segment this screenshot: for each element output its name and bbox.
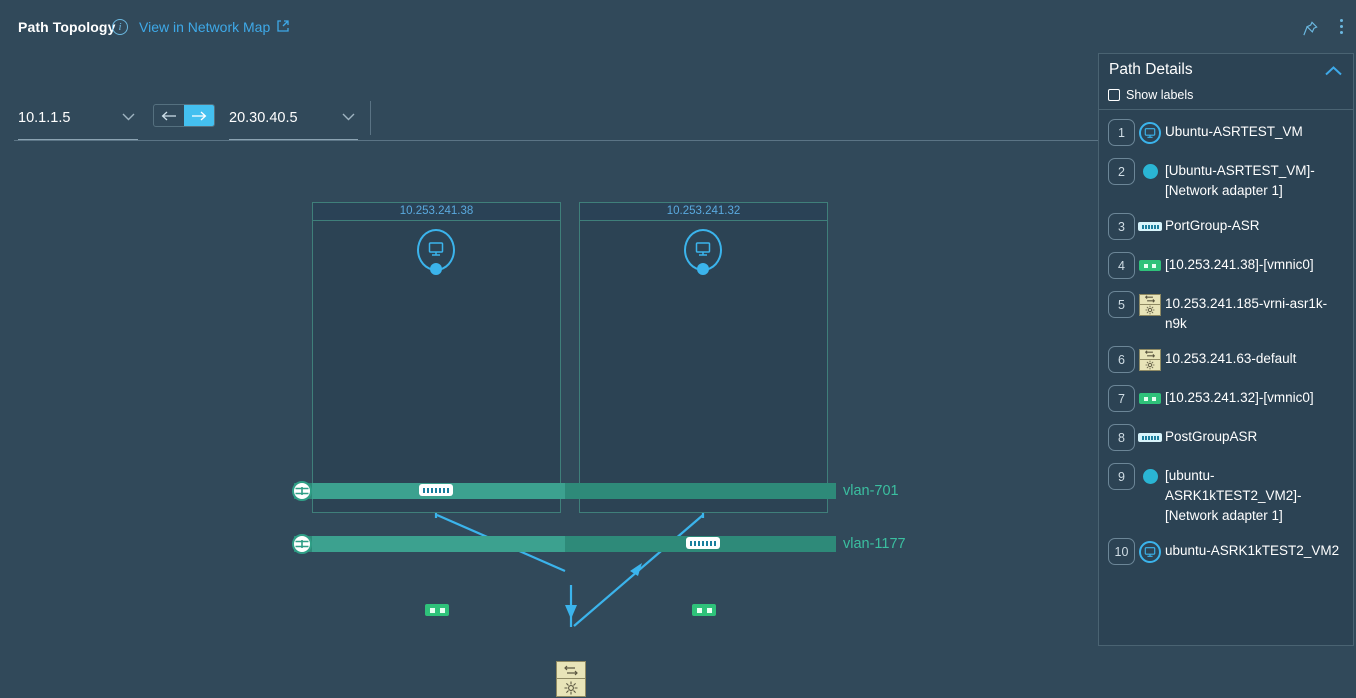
item-label: PostGroupASR — [1165, 429, 1258, 444]
network-adapter-icon — [1135, 158, 1165, 185]
host-label: 10.253.241.38 — [313, 203, 560, 221]
item-label: 10.253.241.63-default — [1165, 351, 1297, 366]
show-labels-checkbox[interactable]: Show labels — [1108, 88, 1193, 102]
virtual-machine-icon[interactable] — [417, 229, 455, 275]
network-adapter-icon — [1135, 463, 1165, 490]
item-index: 8 — [1108, 424, 1135, 451]
item-label: 10.253.241.185-vrni-asr1k-n9k — [1165, 296, 1328, 331]
list-item[interactable]: 9 [ubuntu-ASRK1kTEST2_VM2]-[Network adap… — [1099, 463, 1353, 526]
vlan-band[interactable] — [294, 536, 836, 552]
port-group-icon[interactable] — [686, 537, 720, 549]
list-item[interactable]: 4 [10.253.241.38]-[vmnic0] — [1099, 252, 1353, 279]
port-group-icon[interactable] — [419, 484, 453, 496]
list-item[interactable]: 7 [10.253.241.32]-[vmnic0] — [1099, 385, 1353, 412]
item-label: [10.253.241.32]-[vmnic0] — [1165, 390, 1314, 405]
info-icon[interactable]: i — [112, 19, 128, 35]
vlan-band[interactable] — [294, 483, 836, 499]
switch-icon — [556, 661, 586, 679]
panel-title: Path Details — [1109, 61, 1193, 78]
checkbox-box[interactable] — [1108, 89, 1120, 101]
page-title: Path Topology — [18, 19, 116, 35]
virtual-machine-icon — [1135, 119, 1165, 146]
item-index: 2 — [1108, 158, 1135, 185]
view-in-network-map-link[interactable]: View in Network Map — [139, 19, 270, 35]
host-label: 10.253.241.32 — [580, 203, 827, 221]
item-index: 7 — [1108, 385, 1135, 412]
item-index: 5 — [1108, 291, 1135, 318]
port-group-icon — [1135, 424, 1165, 451]
item-label: [10.253.241.38]-[vmnic0] — [1165, 257, 1314, 272]
vlan-icon[interactable] — [292, 534, 312, 554]
vmnic-icon[interactable] — [425, 604, 449, 616]
item-index: 6 — [1108, 346, 1135, 373]
vlan-icon[interactable] — [292, 481, 312, 501]
router-icon — [556, 679, 586, 697]
path-details-header: Path Details Show labels — [1099, 54, 1353, 110]
path-details-list[interactable]: 1 Ubuntu-ASRTEST_VM 2 [Ubuntu-ASRTEST_VM… — [1099, 110, 1353, 646]
vlan-label: vlan-701 — [843, 483, 899, 499]
chevron-up-icon[interactable] — [1325, 66, 1342, 76]
list-item[interactable]: 3 PortGroup-ASR — [1099, 213, 1353, 240]
list-item[interactable]: 1 Ubuntu-ASRTEST_VM — [1099, 119, 1353, 146]
topology-canvas[interactable]: 10.253.241.38 10.253.241.32 vlan-701 vla… — [0, 93, 1090, 698]
switch-icon — [1135, 291, 1165, 318]
switch-icon — [1135, 346, 1165, 373]
external-link-icon[interactable] — [276, 19, 290, 33]
item-index: 10 — [1108, 538, 1135, 565]
path-details-panel: Path Details Show labels 1 Ubuntu-ASRTES… — [1098, 53, 1354, 646]
item-index: 9 — [1108, 463, 1135, 490]
pin-icon[interactable] — [1301, 20, 1319, 38]
path-topology-widget: Path Topology i View in Network Map 10.1… — [0, 0, 1356, 698]
vmnic-icon — [1135, 385, 1165, 412]
kebab-menu-icon[interactable] — [1333, 19, 1349, 37]
item-index: 1 — [1108, 119, 1135, 146]
list-item[interactable]: 8 PostGroupASR — [1099, 424, 1353, 451]
item-label: PortGroup-ASR — [1165, 218, 1260, 233]
item-label: [ubuntu-ASRK1kTEST2_VM2]-[Network adapte… — [1165, 468, 1302, 523]
list-item[interactable]: 5 10.253.241.185-vrni-asr1k-n9k — [1099, 291, 1353, 334]
port-group-icon — [1135, 213, 1165, 240]
list-item[interactable]: 2 [Ubuntu-ASRTEST_VM]-[Network adapter 1… — [1099, 158, 1353, 201]
item-label: [Ubuntu-ASRTEST_VM]-[Network adapter 1] — [1165, 163, 1315, 198]
list-item[interactable]: 6 10.253.241.63-default — [1099, 346, 1353, 373]
item-label: Ubuntu-ASRTEST_VM — [1165, 124, 1303, 139]
vlan-label: vlan-1177 — [843, 536, 906, 552]
item-index: 3 — [1108, 213, 1135, 240]
item-index: 4 — [1108, 252, 1135, 279]
list-item[interactable]: 10 ubuntu-ASRK1kTEST2_VM2 — [1099, 538, 1353, 565]
switch-node[interactable] — [556, 661, 586, 697]
virtual-machine-icon — [1135, 538, 1165, 565]
vmnic-icon — [1135, 252, 1165, 279]
item-label: ubuntu-ASRK1kTEST2_VM2 — [1165, 543, 1340, 558]
virtual-machine-icon[interactable] — [684, 229, 722, 275]
widget-header: Path Topology i View in Network Map — [0, 0, 1356, 48]
show-labels-label: Show labels — [1126, 88, 1194, 102]
vmnic-icon[interactable] — [692, 604, 716, 616]
